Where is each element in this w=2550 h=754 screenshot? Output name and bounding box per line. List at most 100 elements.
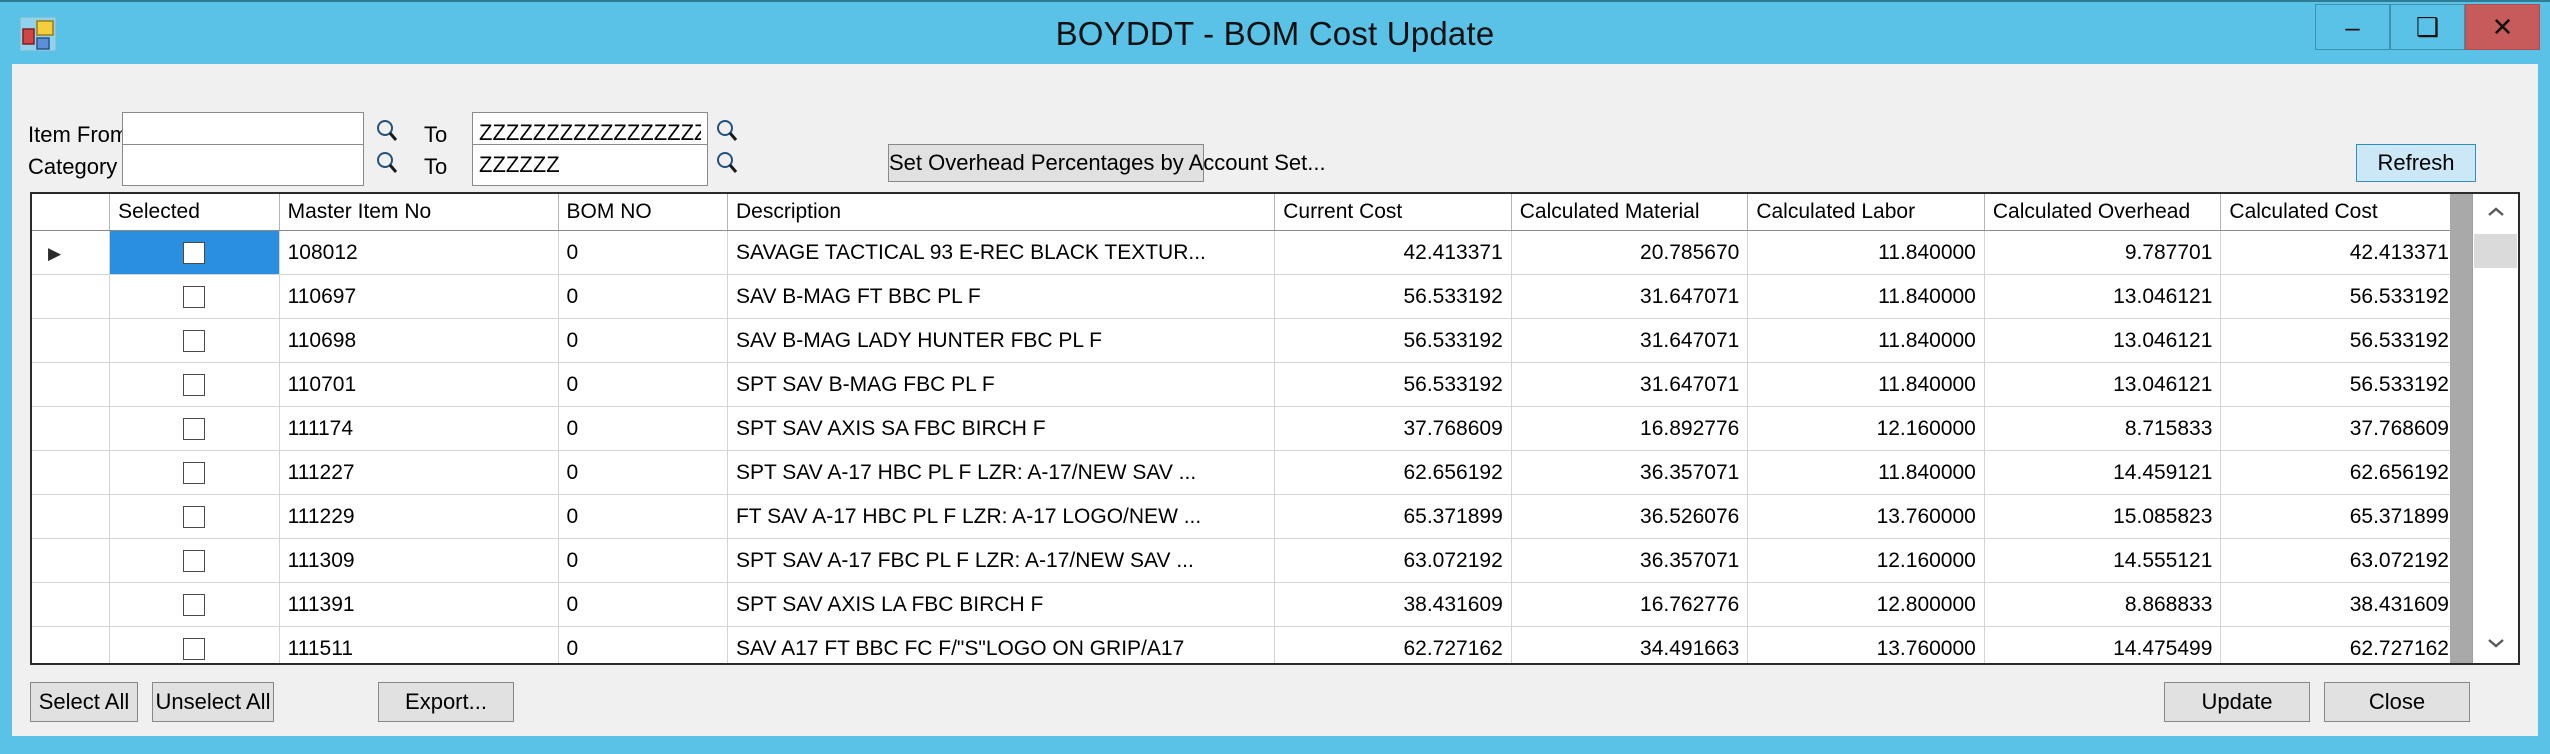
cell-current-cost[interactable]: 65.371899 xyxy=(1275,495,1512,539)
cell-current-cost[interactable]: 62.656192 xyxy=(1275,451,1512,495)
row-checkbox[interactable] xyxy=(183,506,205,528)
cell-bom-no[interactable]: 0 xyxy=(558,363,727,407)
update-button[interactable]: Update xyxy=(2164,682,2310,722)
bom-cost-grid[interactable]: Selected Master Item No BOM NO Descripti… xyxy=(30,192,2520,665)
cell-calculated-overhead[interactable]: 15.085823 xyxy=(1984,495,2221,539)
selected-checkbox-cell[interactable] xyxy=(110,407,279,451)
cell-calculated-overhead[interactable]: 13.046121 xyxy=(1984,319,2221,363)
selected-checkbox-cell[interactable] xyxy=(110,231,279,275)
row-checkbox[interactable] xyxy=(183,374,205,396)
chevron-up-icon[interactable] xyxy=(2473,194,2518,232)
row-indicator-cell[interactable] xyxy=(32,407,110,451)
cell-calculated-cost[interactable]: 42.413371 xyxy=(2221,231,2458,275)
cell-calculated-material[interactable]: 16.892776 xyxy=(1511,407,1748,451)
selected-checkbox-cell[interactable] xyxy=(110,451,279,495)
cell-description[interactable]: SAV A17 FT BBC FC F/"S"LOGO ON GRIP/A17 xyxy=(727,627,1274,666)
cell-calculated-material[interactable]: 20.785670 xyxy=(1511,231,1748,275)
cell-calculated-material[interactable]: 36.357071 xyxy=(1511,539,1748,583)
export-button[interactable]: Export... xyxy=(378,682,514,722)
cell-calculated-labor[interactable]: 11.840000 xyxy=(1748,451,1985,495)
cell-current-cost[interactable]: 56.533192 xyxy=(1275,275,1512,319)
cell-description[interactable]: SPT SAV A-17 FBC PL F LZR: A-17/NEW SAV … xyxy=(727,539,1274,583)
cell-current-cost[interactable]: 62.727162 xyxy=(1275,627,1512,666)
row-checkbox[interactable] xyxy=(183,594,205,616)
cell-calculated-material[interactable]: 31.647071 xyxy=(1511,275,1748,319)
cell-calculated-labor[interactable]: 11.840000 xyxy=(1748,363,1985,407)
table-row[interactable]: 1112290FT SAV A-17 HBC PL F LZR: A-17 LO… xyxy=(32,495,2458,539)
cell-master-item-no[interactable]: 110697 xyxy=(279,275,558,319)
cell-description[interactable]: SPT SAV AXIS LA FBC BIRCH F xyxy=(727,583,1274,627)
cell-description[interactable]: SAV B-MAG LADY HUNTER FBC PL F xyxy=(727,319,1274,363)
cell-calculated-overhead[interactable]: 14.555121 xyxy=(1984,539,2221,583)
cell-calculated-labor[interactable]: 13.760000 xyxy=(1748,495,1985,539)
row-indicator-cell[interactable] xyxy=(32,319,110,363)
cell-calculated-labor[interactable]: 12.160000 xyxy=(1748,407,1985,451)
column-header-calculated-labor[interactable]: Calculated Labor xyxy=(1748,194,1985,231)
cell-calculated-material[interactable]: 16.762776 xyxy=(1511,583,1748,627)
category-to-search-icon[interactable] xyxy=(714,150,740,176)
cell-calculated-overhead[interactable]: 13.046121 xyxy=(1984,275,2221,319)
cell-calculated-cost[interactable]: 56.533192 xyxy=(2221,363,2458,407)
cell-master-item-no[interactable]: 111227 xyxy=(279,451,558,495)
cell-calculated-cost[interactable]: 38.431609 xyxy=(2221,583,2458,627)
set-overhead-percentages-button[interactable]: Set Overhead Percentages by Account Set.… xyxy=(888,144,1204,182)
row-indicator-cell[interactable] xyxy=(32,627,110,666)
column-header-description[interactable]: Description xyxy=(727,194,1274,231)
cell-bom-no[interactable]: 0 xyxy=(558,451,727,495)
maximize-button[interactable]: ❑ xyxy=(2390,4,2465,50)
cell-calculated-cost[interactable]: 63.072192 xyxy=(2221,539,2458,583)
cell-description[interactable]: SPT SAV B-MAG FBC PL F xyxy=(727,363,1274,407)
cell-description[interactable]: SAVAGE TACTICAL 93 E-REC BLACK TEXTUR... xyxy=(727,231,1274,275)
grid-vertical-scrollbar[interactable] xyxy=(2472,194,2518,663)
close-window-button[interactable]: ✕ xyxy=(2465,4,2540,50)
cell-calculated-overhead[interactable]: 9.787701 xyxy=(1984,231,2221,275)
cell-current-cost[interactable]: 56.533192 xyxy=(1275,319,1512,363)
cell-calculated-material[interactable]: 31.647071 xyxy=(1511,363,1748,407)
selected-checkbox-cell[interactable] xyxy=(110,583,279,627)
close-button[interactable]: Close xyxy=(2324,682,2470,722)
cell-calculated-material[interactable]: 36.526076 xyxy=(1511,495,1748,539)
cell-description[interactable]: SPT SAV AXIS SA FBC BIRCH F xyxy=(727,407,1274,451)
table-row[interactable]: 1106980SAV B-MAG LADY HUNTER FBC PL F56.… xyxy=(32,319,2458,363)
cell-master-item-no[interactable]: 111511 xyxy=(279,627,558,666)
cell-master-item-no[interactable]: 110701 xyxy=(279,363,558,407)
row-checkbox[interactable] xyxy=(183,330,205,352)
cell-master-item-no[interactable]: 111309 xyxy=(279,539,558,583)
row-checkbox[interactable] xyxy=(183,286,205,308)
selected-checkbox-cell[interactable] xyxy=(110,539,279,583)
cell-calculated-labor[interactable]: 11.840000 xyxy=(1748,275,1985,319)
cell-calculated-labor[interactable]: 11.840000 xyxy=(1748,319,1985,363)
cell-calculated-material[interactable]: 31.647071 xyxy=(1511,319,1748,363)
row-indicator-cell[interactable] xyxy=(32,363,110,407)
cell-master-item-no[interactable]: 110698 xyxy=(279,319,558,363)
cell-current-cost[interactable]: 37.768609 xyxy=(1275,407,1512,451)
cell-calculated-cost[interactable]: 65.371899 xyxy=(2221,495,2458,539)
table-row[interactable]: 1113090SPT SAV A-17 FBC PL F LZR: A-17/N… xyxy=(32,539,2458,583)
cell-description[interactable]: SAV B-MAG FT BBC PL F xyxy=(727,275,1274,319)
column-header-selected[interactable]: Selected xyxy=(110,194,279,231)
row-indicator-cell[interactable]: ▶ xyxy=(32,231,110,275)
selected-checkbox-cell[interactable] xyxy=(110,319,279,363)
row-checkbox[interactable] xyxy=(183,550,205,572)
cell-master-item-no[interactable]: 111174 xyxy=(279,407,558,451)
cell-bom-no[interactable]: 0 xyxy=(558,231,727,275)
column-header-indicator[interactable] xyxy=(32,194,110,231)
cell-bom-no[interactable]: 0 xyxy=(558,319,727,363)
cell-description[interactable]: FT SAV A-17 HBC PL F LZR: A-17 LOGO/NEW … xyxy=(727,495,1274,539)
column-header-master-item-no[interactable]: Master Item No xyxy=(279,194,558,231)
cell-bom-no[interactable]: 0 xyxy=(558,627,727,666)
cell-calculated-material[interactable]: 34.491663 xyxy=(1511,627,1748,666)
category-to-input[interactable] xyxy=(472,144,708,186)
cell-bom-no[interactable]: 0 xyxy=(558,583,727,627)
cell-master-item-no[interactable]: 108012 xyxy=(279,231,558,275)
cell-current-cost[interactable]: 63.072192 xyxy=(1275,539,1512,583)
cell-description[interactable]: SPT SAV A-17 HBC PL F LZR: A-17/NEW SAV … xyxy=(727,451,1274,495)
column-header-calculated-material[interactable]: Calculated Material xyxy=(1511,194,1748,231)
column-header-calculated-cost[interactable]: Calculated Cost xyxy=(2221,194,2458,231)
table-row[interactable]: 1115110SAV A17 FT BBC FC F/"S"LOGO ON GR… xyxy=(32,627,2458,666)
unselect-all-button[interactable]: Unselect All xyxy=(152,682,274,722)
column-header-bom-no[interactable]: BOM NO xyxy=(558,194,727,231)
cell-calculated-cost[interactable]: 62.727162 xyxy=(2221,627,2458,666)
column-header-current-cost[interactable]: Current Cost xyxy=(1275,194,1512,231)
row-indicator-cell[interactable] xyxy=(32,583,110,627)
